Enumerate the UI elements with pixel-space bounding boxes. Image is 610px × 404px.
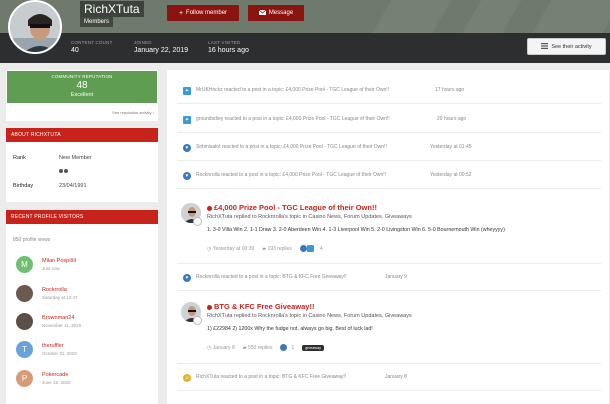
visitor-name[interactable]: Pokercade xyxy=(42,372,68,378)
about-widget: ABOUT RICHXTUTA Rank New Member Birthday… xyxy=(6,128,158,202)
post-meta: ◷ January 8 ▰ 550 replies 1 giveaway xyxy=(207,344,325,351)
post-meta: ◷ Yesterday at 00:39 ▰ 193 replies 4 xyxy=(207,245,323,252)
like-icon: ♥ xyxy=(183,144,191,152)
member-group-badge: Members xyxy=(80,17,114,27)
post-subtitle: RichXTuta replied to Rocknrolla's topic … xyxy=(207,214,412,220)
about-title: ABOUT RICHXTUTA xyxy=(6,128,158,142)
avatar[interactable]: M xyxy=(16,256,33,273)
like-icon[interactable] xyxy=(280,344,288,351)
activity-feed: ✦ MrUKHockz reacted to a post in a topic… xyxy=(167,70,609,404)
comment-icon: ▰ xyxy=(262,245,267,252)
profile-avatar[interactable] xyxy=(8,0,62,54)
visitor-time: Saturday at 13:47 xyxy=(42,295,78,300)
visitor-time: November 11, 2020 xyxy=(42,323,82,328)
envelope-icon xyxy=(258,9,267,17)
reputation-value: 48 xyxy=(76,80,88,91)
reaction-count: 4 xyxy=(319,245,323,252)
post-item[interactable]: £4,000 Prize Pool - TGC League of their … xyxy=(181,203,591,257)
post-snippet: 1) £22984 2) 1200x Why the fudge not, al… xyxy=(207,326,373,332)
recent-visitors-widget: RECENT PROFILE VISITORS 850 profile view… xyxy=(6,210,158,404)
clock-icon: ◷ xyxy=(207,245,212,252)
visitor-name[interactable]: Rockrrolla xyxy=(42,287,67,293)
follow-icon: + xyxy=(178,9,184,17)
avatar[interactable]: P xyxy=(16,370,33,387)
visitor-item[interactable]: Rockrrolla Saturday at 13:47 xyxy=(16,285,156,307)
visitor-time: October 31, 2020 xyxy=(42,351,77,356)
see-activity-button[interactable]: See their activity xyxy=(527,38,606,55)
rank-pips xyxy=(59,169,68,173)
haha-icon: ☺ xyxy=(183,374,191,382)
profile-username: RichXTuta xyxy=(80,1,144,17)
follow-member-button[interactable]: + Follow member xyxy=(167,5,239,21)
avatar[interactable]: T xyxy=(16,341,33,358)
visitor-name[interactable]: Milan Pospíšil xyxy=(42,258,76,264)
visitor-item[interactable]: M Milan Pospíšil Just now xyxy=(16,256,156,278)
visitor-item[interactable]: T theruffler October 31, 2020 xyxy=(16,341,156,363)
post-type-icon xyxy=(193,217,202,226)
profile-views: 850 profile views xyxy=(13,237,51,243)
reputation-widget: COMMUNITY REPUTATION 48 Excellent See re… xyxy=(6,70,158,121)
rank-label: Rank xyxy=(13,155,26,161)
stat-content-count: CONTENT COUNT 40 xyxy=(71,40,113,54)
stat-last-visited: LAST VISITED 16 hours ago xyxy=(208,40,249,54)
post-title[interactable]: £4,000 Prize Pool - TGC League of their … xyxy=(207,203,377,212)
thanks-icon: ✦ xyxy=(183,116,191,124)
thanks-icon[interactable] xyxy=(306,245,314,252)
clock-icon: ◷ xyxy=(207,344,212,351)
like-icon[interactable] xyxy=(299,245,307,252)
visitor-time: June 18, 2020 xyxy=(42,380,71,385)
tag-badge[interactable]: giveaway xyxy=(302,344,325,351)
reaction-count: 1 xyxy=(291,344,295,351)
activity-icon xyxy=(541,42,549,51)
visitors-title: RECENT PROFILE VISITORS xyxy=(6,210,158,224)
avatar[interactable] xyxy=(16,285,33,302)
post-type-icon xyxy=(193,316,202,325)
avatar[interactable] xyxy=(16,313,33,330)
visitor-item[interactable]: P Pokercade June 18, 2020 xyxy=(16,370,156,392)
visitor-name[interactable]: Brownman24 xyxy=(42,315,74,321)
chevron-right-icon: › xyxy=(152,110,154,115)
visitor-time: Just now xyxy=(42,266,60,271)
thanks-icon: ✦ xyxy=(183,87,191,95)
visitor-item[interactable]: Brownman24 November 11, 2020 xyxy=(16,313,156,335)
reputation-box: COMMUNITY REPUTATION 48 Excellent xyxy=(7,71,157,103)
reputation-level: Excellent xyxy=(70,92,94,98)
comment-icon: ▰ xyxy=(242,344,247,351)
post-snippet: 1. 3-0 Villa Win 2. 1-1 Draw 3. 2-0 Aber… xyxy=(207,227,505,233)
rank-value: New Member xyxy=(59,155,92,161)
birthday-label: Birthday xyxy=(13,183,34,189)
message-button[interactable]: Message xyxy=(248,5,304,21)
like-icon: ♥ xyxy=(183,172,191,180)
unread-dot-icon xyxy=(207,304,212,310)
like-icon: ♥ xyxy=(183,274,191,282)
reputation-activity-link[interactable]: See reputation activity › xyxy=(112,110,154,115)
post-subtitle: RichXTuta replied to Rocknrolla's topic … xyxy=(207,313,412,319)
visitor-name[interactable]: theruffler xyxy=(42,343,64,349)
stat-joined: JOINED January 22, 2019 xyxy=(134,40,189,54)
post-title[interactable]: BTG & KFC Free Giveaway!! xyxy=(207,302,314,311)
birthday-value: 23/04/1991 xyxy=(59,183,87,189)
unread-dot-icon xyxy=(207,205,212,211)
post-item[interactable]: BTG & KFC Free Giveaway!! RichXTuta repl… xyxy=(181,302,591,356)
